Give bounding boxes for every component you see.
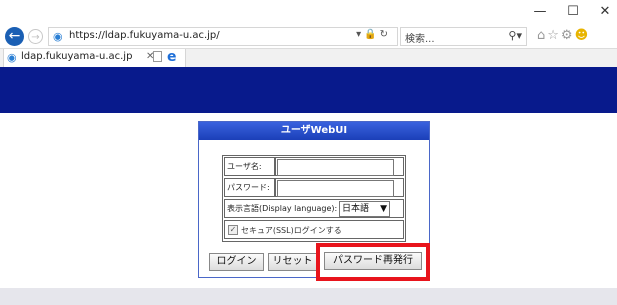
username-field[interactable] (277, 159, 394, 176)
highlight-box (316, 243, 430, 281)
reset-button[interactable]: リセット (268, 253, 317, 271)
search-placeholder: 検索... (405, 34, 435, 45)
panel-title: ユーザWebUI (199, 122, 429, 140)
username-label: ユーザ名: (224, 157, 275, 176)
address-bar[interactable]: ◉ https://ldap.fukuyama-u.ac.jp/ ▾🔒↻ (48, 27, 398, 46)
url-text: https://ldap.fukuyama-u.ac.jp/ (69, 30, 220, 41)
back-arrow-icon[interactable]: ← (5, 27, 24, 46)
tab-label: ldap.fukuyama-u.ac.jp (21, 51, 133, 62)
username-row: ユーザ名: (224, 157, 404, 176)
lock-icon[interactable]: 🔒 (364, 29, 379, 40)
password-field[interactable] (277, 180, 394, 197)
home-icon[interactable]: ⌂ (537, 28, 547, 43)
ssl-label: セキュア(SSL)ログインする (241, 226, 342, 235)
password-row: パスワード: (224, 178, 404, 197)
maximize-button[interactable]: ☐ (563, 4, 583, 20)
page-footer (0, 288, 617, 305)
gear-icon[interactable]: ⚙ (561, 28, 575, 43)
ie-page-icon: ◉ (7, 51, 17, 64)
ssl-row: ✓ セキュア(SSL)ログインする (224, 220, 404, 239)
login-button[interactable]: ログイン (209, 253, 264, 271)
ssl-checkbox[interactable]: ✓ (228, 225, 238, 235)
page-banner (0, 67, 617, 113)
title-bar: — ☐ ✕ (0, 0, 617, 24)
edge-icon[interactable]: e (167, 49, 177, 65)
language-select[interactable]: 日本語 ▼ (339, 201, 390, 217)
chevron-down-icon: ▼ (380, 204, 387, 214)
password-label: パスワード: (224, 178, 275, 197)
search-input[interactable]: 検索... ⚲▾ (400, 27, 527, 46)
login-form: ユーザ名: パスワード: 表示言語(Display language): 日本語… (222, 155, 406, 242)
dropdown-icon[interactable]: ▾ (356, 29, 364, 40)
language-label: 表示言語(Display language): (227, 204, 338, 213)
search-icon[interactable]: ⚲▾ (508, 29, 522, 42)
language-selected: 日本語 (342, 204, 370, 214)
new-tab-icon[interactable] (153, 51, 162, 62)
language-row: 表示言語(Display language): 日本語 ▼ (224, 199, 404, 218)
star-icon[interactable]: ☆ (547, 28, 561, 43)
forward-arrow-icon[interactable]: → (28, 29, 43, 44)
smiley-icon[interactable]: ☻ (575, 28, 591, 43)
refresh-icon[interactable]: ↻ (380, 29, 391, 40)
minimize-button[interactable]: — (530, 4, 550, 20)
close-button[interactable]: ✕ (595, 4, 615, 20)
ie-page-icon: ◉ (53, 30, 63, 43)
